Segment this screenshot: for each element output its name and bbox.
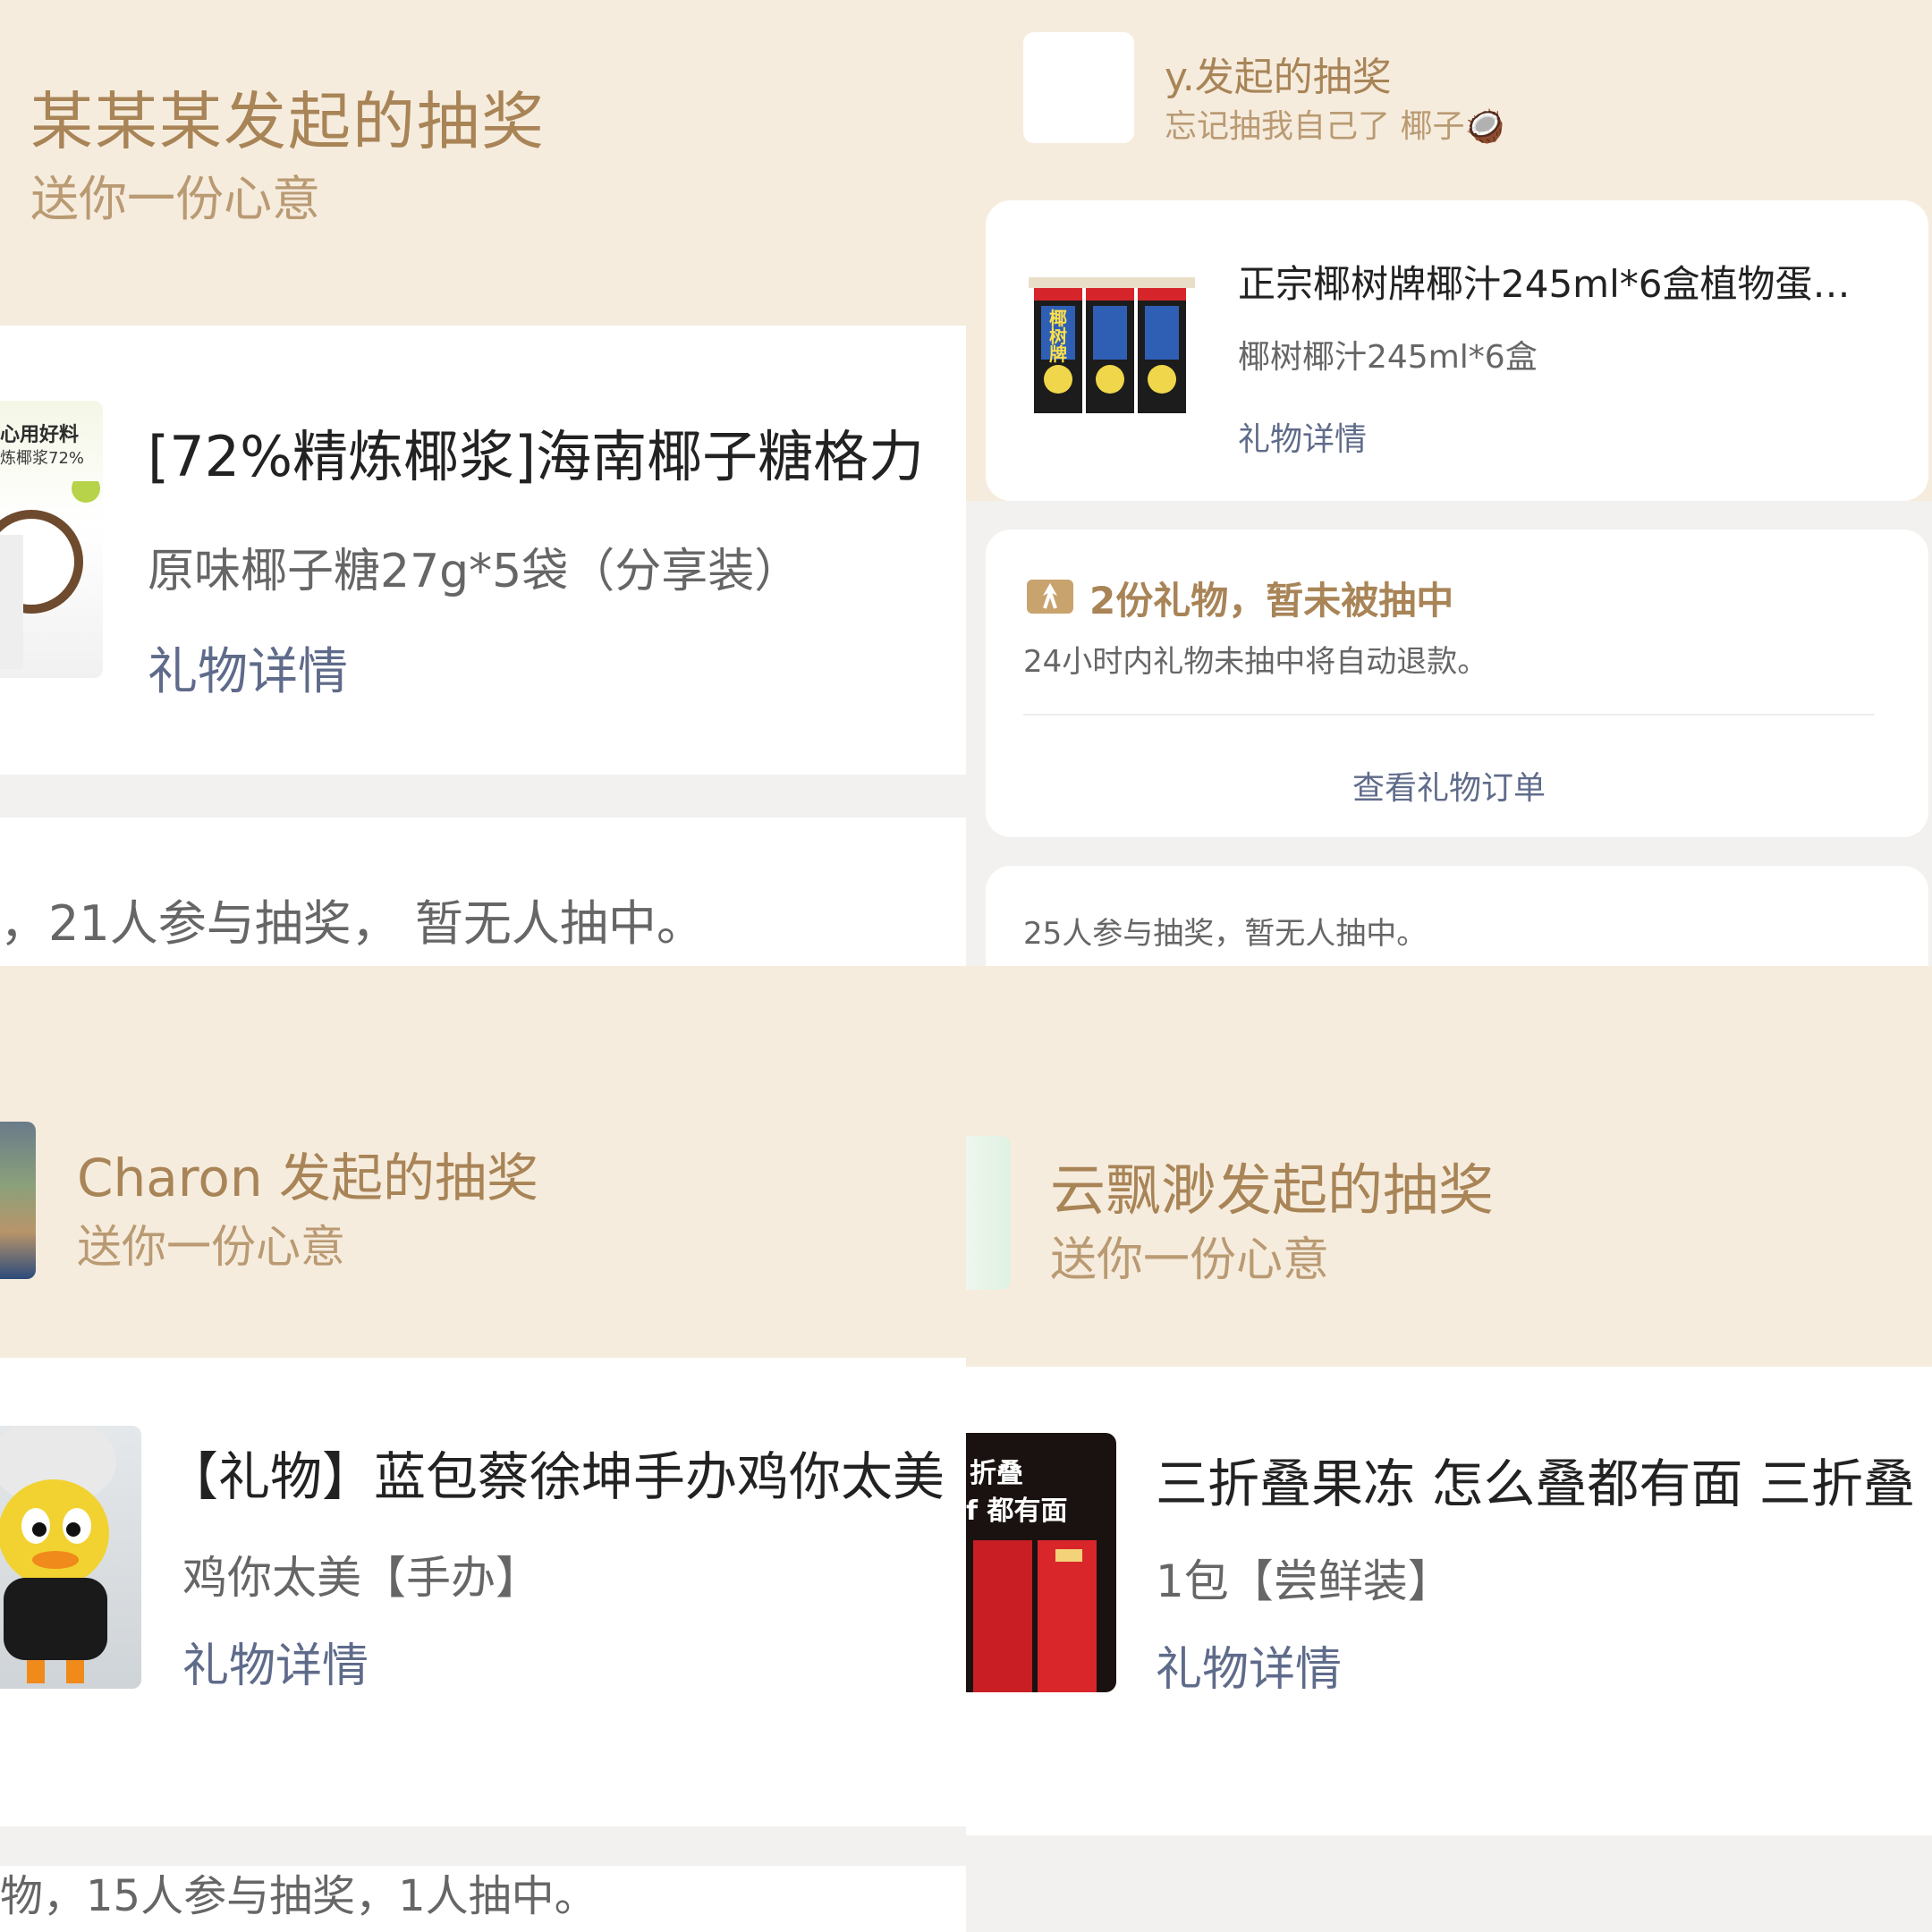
thumb-text: 心用好料 xyxy=(0,424,80,446)
lottery-panel-a: 某某某发起的抽奖 送你一份心意 心用好料 炼椰浆72% [72%精炼椰浆]海南椰… xyxy=(0,0,966,966)
coconut-emoji-icon: 🥥 xyxy=(1464,108,1505,145)
product-spec: 鸡你太美【手办】 xyxy=(182,1552,540,1604)
product-thumbnail[interactable]: 折叠 f 都有面 xyxy=(966,1433,1116,1692)
product-thumbnail[interactable]: 心用好料 炼椰浆72% xyxy=(0,401,103,678)
lottery-subtitle: 送你一份心意 xyxy=(1050,1233,1330,1287)
lottery-subtitle: 忘记抽我自己了 椰子🥥 xyxy=(1165,100,1504,147)
gift-detail-link[interactable]: 礼物详情 xyxy=(148,631,348,704)
avatar[interactable] xyxy=(966,1136,1011,1290)
subtitle-text: 忘记抽我自己了 椰子 xyxy=(1165,108,1465,145)
product-name[interactable]: 三折叠果冻 怎么叠都有面 三折叠 xyxy=(1156,1442,1915,1517)
coconut-icon xyxy=(0,481,100,669)
product-spec: 原味椰子糖27g*5袋（分享装） xyxy=(148,545,801,598)
product-spec: 椰树椰汁245ml*6盒 xyxy=(1238,339,1538,376)
avatar[interactable] xyxy=(0,1122,36,1279)
figurine-icon xyxy=(0,1426,116,1683)
gift-detail-link[interactable]: 礼物详情 xyxy=(1238,413,1367,460)
refund-note: 24小时内礼物未抽中将自动退款。 xyxy=(1023,644,1488,680)
divider xyxy=(1023,714,1875,716)
gift-count-status: 2份礼物，暂未被抽中 xyxy=(1089,579,1454,623)
section-gap xyxy=(966,1835,1932,1932)
thumb-text: 炼椰浆72% xyxy=(0,449,85,468)
gift-detail-link[interactable]: 礼物详情 xyxy=(182,1628,369,1695)
lottery-title: Charon 发起的抽奖 xyxy=(77,1148,539,1208)
lottery-panel-b: y.发起的抽奖 忘记抽我自己了 椰子🥥 椰树牌 正宗椰树牌椰汁245ml*6盒植… xyxy=(966,0,1932,966)
thumb-text: 折叠 xyxy=(970,1458,1023,1489)
participation-status: 25人参与抽奖，暂无人抽中。 xyxy=(1023,916,1428,952)
lottery-subtitle: 送你一份心意 xyxy=(77,1221,345,1273)
lottery-title: 某某某发起的抽奖 xyxy=(30,85,546,158)
jelly-pack-icon xyxy=(973,1540,1097,1692)
lottery-panel-d: 云飘渺发起的抽奖 送你一份心意 折叠 f 都有面 三折叠果冻 怎么叠都有面 三折… xyxy=(966,966,1932,1932)
gift-icon xyxy=(1027,580,1073,614)
product-name[interactable]: [72%精炼椰浆]海南椰子糖格力 xyxy=(148,411,924,492)
view-order-link[interactable]: 查看礼物订单 xyxy=(966,762,1932,809)
avatar[interactable] xyxy=(1023,32,1134,143)
lottery-panel-c: Charon 发起的抽奖 送你一份心意 【礼物】蓝包蔡徐坤手办鸡你太美 鸡你太美… xyxy=(0,966,966,1932)
product-name[interactable]: 【礼物】蓝包蔡徐坤手办鸡你太美 xyxy=(166,1435,945,1510)
product-thumbnail[interactable] xyxy=(0,1426,141,1689)
lottery-title: y.发起的抽奖 xyxy=(1165,55,1392,100)
participation-status: 物，15人参与抽奖，1人抽中。 xyxy=(0,1871,597,1921)
thumb-text: f 都有面 xyxy=(966,1496,1068,1527)
gift-detail-link[interactable]: 礼物详情 xyxy=(1156,1631,1342,1699)
lottery-subtitle: 送你一份心意 xyxy=(30,171,320,227)
carton-label: 椰树牌 xyxy=(1049,308,1067,365)
participation-status: ，21人参与抽奖， 暂无人抽中。 xyxy=(0,895,705,952)
product-spec: 1包【尝鲜装】 xyxy=(1156,1555,1453,1607)
section-gap xyxy=(0,775,966,818)
product-name[interactable]: 正宗椰树牌椰汁245ml*6盒植物蛋… xyxy=(1238,254,1850,309)
lottery-title: 云飘渺发起的抽奖 xyxy=(1050,1157,1495,1223)
